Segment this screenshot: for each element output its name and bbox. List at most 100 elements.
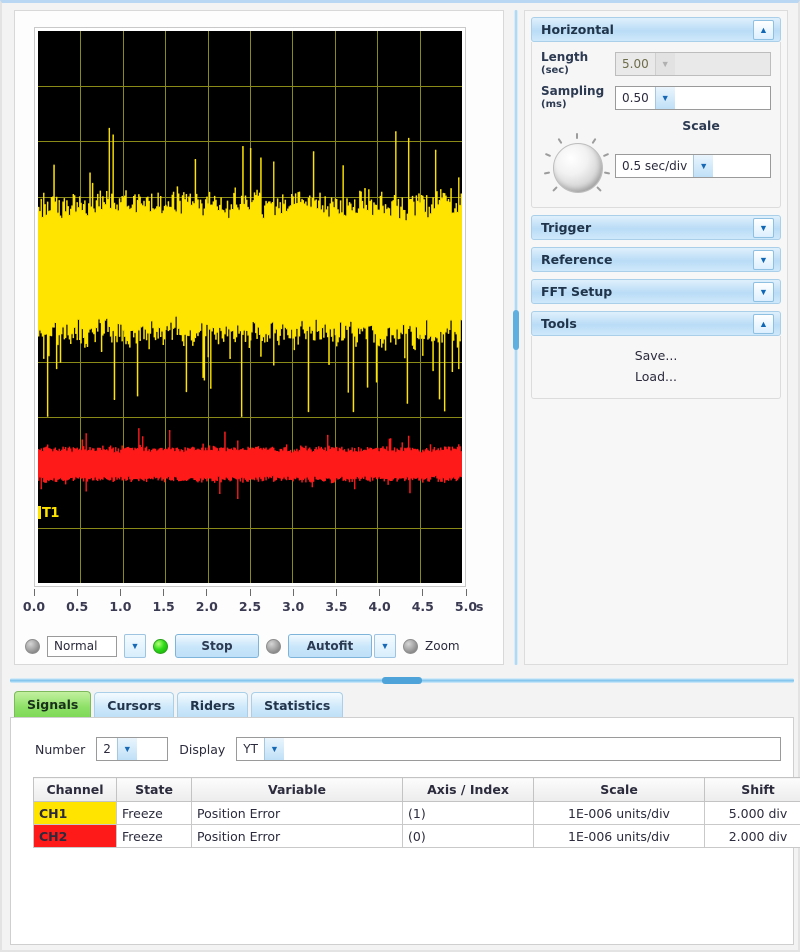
cell-axis-index[interactable]: (0) bbox=[402, 824, 534, 848]
knob-tick bbox=[545, 153, 552, 158]
knob-tick bbox=[596, 186, 602, 192]
scale-combo[interactable]: 0.5 sec/div ▼ bbox=[615, 154, 771, 178]
chevron-down-icon[interactable]: ▼ bbox=[693, 155, 714, 177]
group-horizontal: Horizontal ▲ Length (sec) 5.00 ▼ Samplin… bbox=[531, 17, 781, 208]
display-combo[interactable]: YT ▼ bbox=[236, 737, 781, 761]
knob-tick bbox=[543, 171, 550, 175]
length-value: 5.00 bbox=[622, 57, 649, 71]
chevron-down-icon[interactable]: ▼ bbox=[654, 87, 675, 109]
length-combo: 5.00 ▼ bbox=[615, 52, 771, 76]
channel-marker-ch1[interactable]: T1 bbox=[38, 505, 59, 521]
cell-scale[interactable]: 1E-006 units/div bbox=[533, 824, 705, 848]
cell-axis-index[interactable]: (1) bbox=[402, 801, 534, 825]
group-title-horizontal: Horizontal bbox=[541, 22, 614, 37]
knob-tick bbox=[552, 186, 558, 192]
length-unit: (sec) bbox=[541, 65, 569, 76]
cell-channel[interactable]: CH2 bbox=[33, 824, 117, 848]
group-header-horizontal[interactable]: Horizontal ▲ bbox=[531, 17, 781, 42]
x-axis: 0.0 0.5 1.0 1.5 2.0 2.5 3.0 3.5 4.0 4.5 5.0 s bbox=[23, 589, 483, 623]
cell-shift[interactable]: 5.000 div bbox=[704, 801, 800, 825]
tab-signals[interactable]: Signals bbox=[14, 691, 92, 717]
group-header-fft-setup[interactable]: FFT Setup ▼ bbox=[531, 279, 781, 304]
chevron-down-icon[interactable]: ▼ bbox=[116, 738, 137, 760]
signals-table-head: Channel State Variable Axis / Index Scal… bbox=[33, 777, 800, 802]
tools-menu-item-load[interactable]: Load... bbox=[532, 366, 780, 387]
x-axis-tick bbox=[249, 589, 251, 596]
cell-state[interactable]: Freeze bbox=[116, 824, 192, 848]
group-header-reference[interactable]: Reference ▼ bbox=[531, 247, 781, 272]
chevron-up-icon[interactable]: ▲ bbox=[753, 19, 774, 40]
sampling-combo[interactable]: 0.50 ▼ bbox=[615, 86, 771, 110]
x-axis-tick-label: 2.5 bbox=[238, 599, 262, 614]
tab-bar: Signals Cursors Riders Statistics bbox=[10, 691, 794, 717]
group-reference: Reference ▼ bbox=[531, 247, 781, 272]
mode-combo[interactable]: Normal bbox=[47, 635, 117, 657]
x-axis-tick-label: 0.5 bbox=[66, 599, 89, 614]
autofit-dropdown-arrow[interactable]: ▼ bbox=[374, 634, 396, 658]
number-combo[interactable]: 2 ▼ bbox=[96, 737, 169, 761]
x-axis-tick-label: 0.0 bbox=[22, 599, 46, 614]
zoom-label[interactable]: Zoom bbox=[425, 639, 460, 653]
cell-scale[interactable]: 1E-006 units/div bbox=[533, 801, 705, 825]
length-label: Length (sec) bbox=[541, 50, 615, 78]
group-title-trigger: Trigger bbox=[541, 220, 592, 235]
autofit-button[interactable]: Autofit bbox=[288, 634, 372, 658]
x-axis-tick bbox=[465, 589, 467, 596]
led-run[interactable] bbox=[153, 638, 168, 654]
tab-cursors[interactable]: Cursors bbox=[94, 692, 175, 717]
col-axis-index: Axis / Index bbox=[402, 777, 534, 802]
cell-variable[interactable]: Position Error bbox=[191, 824, 403, 848]
led-mode[interactable] bbox=[25, 638, 40, 654]
stop-button[interactable]: Stop bbox=[175, 634, 259, 658]
cell-variable[interactable]: Position Error bbox=[191, 801, 403, 825]
x-axis-ticks bbox=[33, 589, 467, 597]
vertical-splitter[interactable] bbox=[511, 10, 520, 665]
scale-knob-row: 0.5 sec/div ▼ bbox=[541, 133, 771, 197]
group-header-trigger[interactable]: Trigger ▼ bbox=[531, 215, 781, 240]
tools-menu-item-save[interactable]: Save... bbox=[532, 345, 780, 366]
led-autofit[interactable] bbox=[266, 638, 281, 654]
scale-label: Scale bbox=[682, 118, 720, 133]
horizontal-splitter-grip[interactable] bbox=[382, 677, 422, 684]
chevron-down-icon[interactable]: ▼ bbox=[753, 249, 774, 270]
chevron-down-icon[interactable]: ▼ bbox=[753, 281, 774, 302]
cell-state[interactable]: Freeze bbox=[116, 801, 192, 825]
chevron-down-icon[interactable]: ▼ bbox=[263, 738, 284, 760]
table-row[interactable]: CH1 Freeze Position Error (1) 1E-006 uni… bbox=[33, 801, 800, 825]
sampling-value: 0.50 bbox=[622, 91, 649, 105]
cell-channel[interactable]: CH1 bbox=[33, 801, 117, 825]
x-axis-tick bbox=[76, 589, 78, 596]
x-axis-tick-label: 5.0 bbox=[454, 599, 478, 614]
tab-statistics[interactable]: Statistics bbox=[251, 692, 344, 717]
sampling-unit: (ms) bbox=[541, 99, 567, 110]
x-axis-tick-label: 2.0 bbox=[195, 599, 218, 614]
waveform-ch2 bbox=[38, 31, 462, 583]
scope-control-bar: Normal ▼ Stop Autofit ▼ Zoom bbox=[25, 631, 495, 661]
group-title-reference: Reference bbox=[541, 252, 613, 267]
vertical-splitter-grip[interactable] bbox=[513, 310, 519, 350]
signals-tab-panel: Number 2 ▼ Display YT ▼ Channel State Va… bbox=[10, 717, 800, 945]
chevron-down-icon[interactable]: ▼ bbox=[753, 217, 774, 238]
scope-plot[interactable]: T1 bbox=[38, 31, 462, 583]
tab-riders[interactable]: Riders bbox=[177, 692, 249, 717]
mode-dropdown-arrow[interactable]: ▼ bbox=[124, 634, 146, 658]
col-channel: Channel bbox=[33, 777, 117, 802]
led-zoom[interactable] bbox=[403, 638, 418, 654]
scale-knob[interactable] bbox=[541, 133, 615, 197]
top-area: T1 0.0 0.5 1.0 1.5 2.0 2.5 3.0 3.5 4.0 4.5 5.0 s No… bbox=[8, 8, 794, 674]
channel-marker-tag bbox=[38, 505, 41, 519]
signals-selector-row: Number 2 ▼ Display YT ▼ bbox=[35, 737, 781, 761]
oscilloscope-window: T1 0.0 0.5 1.0 1.5 2.0 2.5 3.0 3.5 4.0 4.5 5.0 s No… bbox=[0, 0, 800, 952]
knob-tick bbox=[604, 171, 611, 175]
chevron-up-icon[interactable]: ▲ bbox=[753, 313, 774, 334]
knob-tick bbox=[557, 138, 563, 145]
x-axis-tick-label: 3.0 bbox=[282, 599, 305, 614]
waveform-path bbox=[38, 428, 462, 500]
scope-display-pane: T1 0.0 0.5 1.0 1.5 2.0 2.5 3.0 3.5 4.0 4.5 5.0 s No… bbox=[14, 10, 504, 665]
table-row[interactable]: CH2 Freeze Position Error (0) 1E-006 uni… bbox=[33, 824, 800, 848]
cell-shift[interactable]: 2.000 div bbox=[704, 824, 800, 848]
group-header-tools[interactable]: Tools ▲ bbox=[531, 311, 781, 336]
x-axis-tick bbox=[119, 589, 121, 596]
x-axis-unit: s bbox=[476, 599, 484, 614]
horizontal-splitter[interactable] bbox=[10, 676, 794, 685]
